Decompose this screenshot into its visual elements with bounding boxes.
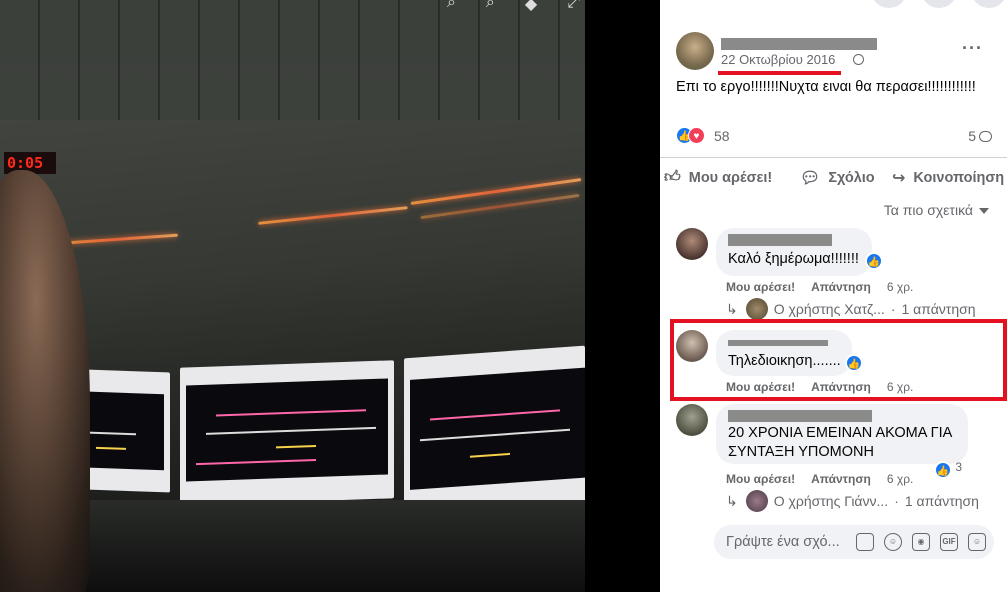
comment-item: 20 ΧΡΟΝΙΑ ΕΜΕΙΝΑΝ ΑΚΟΜΑ ΓΙΑ ΣΥΝΤΑΞΗ ΥΠΟΜ… (676, 404, 996, 516)
post-actions: 👍︎ Μου αρέσει! 💬︎ Σχόλιο ↪ Κοινοποίηση (660, 157, 1007, 195)
comment-text: Τηλεδιοικηση....... (728, 353, 841, 369)
comment-sort-dropdown[interactable]: Τα πιο σχετικά (884, 202, 989, 218)
like-button[interactable]: 👍︎ Μου αρέσει! (664, 168, 772, 187)
messenger-button[interactable] (871, 0, 907, 8)
photo-ceiling (0, 0, 585, 120)
comment-like-icon: 👍 (865, 252, 883, 270)
photo-image: 0:05 (0, 0, 585, 592)
comment-bubble: Καλό ξημέρωμα!!!!!!! (716, 228, 872, 276)
photo-monitor (180, 360, 394, 506)
reply-arrow-icon: ↳ (726, 492, 738, 509)
camera-icon[interactable]: ◉ (912, 533, 930, 551)
globe-icon (853, 54, 864, 65)
comment-reply-link[interactable]: Απάντηση (811, 280, 871, 294)
commenter-avatar[interactable] (676, 228, 708, 260)
tag-icon[interactable]: ◆ (525, 0, 537, 14)
comment-time[interactable]: 6 χρ. (887, 472, 913, 486)
comment-bubble: Τηλεδιοικηση....... (716, 330, 852, 376)
sticker-icon[interactable]: ☺ (968, 533, 986, 551)
author-name-redacted (721, 38, 877, 50)
post-date[interactable]: 22 Οκτωβρίου 2016 (721, 52, 835, 67)
post-text: Επι το εργο!!!!!!!Νυχτα ειναι θα περασει… (676, 79, 976, 95)
share-icon: ↪ (892, 170, 906, 187)
zoom-out-icon[interactable]: ⌕ (486, 0, 495, 14)
comment-like-count[interactable]: 👍 3 (934, 460, 962, 479)
comment-item: Τηλεδιοικηση....... 👍 Μου αρέσει! Απάντη… (676, 330, 996, 396)
notifications-button[interactable] (921, 0, 957, 8)
love-reaction-icon: ♥ (688, 127, 705, 144)
author-avatar[interactable] (676, 32, 714, 70)
avatar-sticker-icon[interactable] (856, 533, 874, 551)
date-annotation-underline (718, 71, 841, 75)
comment-item: Καλό ξημέρωμα!!!!!!! 👍 Μου αρέσει! Απάντ… (676, 228, 996, 320)
reply-avatar (745, 490, 768, 512)
fullscreen-icon[interactable]: ⤢ (567, 0, 580, 14)
comment-like-link[interactable]: Μου αρέσει! (726, 472, 795, 486)
commenter-name-redacted (728, 340, 828, 346)
share-button[interactable]: ↪ Κοινοποίηση (892, 168, 1004, 188)
comment-like-link[interactable]: Μου αρέσει! (726, 280, 795, 294)
comment-button[interactable]: 💬︎ Σχόλιο (800, 168, 875, 188)
comment-text-line: 20 ΧΡΟΝΙΑ ΕΜΕΙΝΑΝ ΑΚΟΜΑ ΓΙΑ (728, 425, 953, 441)
view-replies[interactable]: ↳ Ο χρήστης Χατζ... · 1 απάντηση (726, 298, 976, 320)
comment-time[interactable]: 6 χρ. (887, 280, 913, 294)
thumbs-up-icon: 👍︎ (664, 169, 681, 186)
comment-like-icon: 👍 (845, 354, 863, 372)
comment-like-icon: 👍 (934, 461, 952, 479)
more-options-icon[interactable]: ··· (962, 38, 983, 59)
comment-bubble-icon (979, 131, 992, 142)
zoom-in-icon[interactable]: ⌕ (447, 0, 456, 14)
comment-text-line: ΣΥΝΤΑΞΗ ΥΠΟΜΟΝΗ (728, 444, 874, 460)
gif-icon[interactable]: GIF (940, 533, 958, 551)
reply-avatar (745, 298, 768, 320)
photo-viewer: 0:05 ⌕ ⌕ ◆ ⤢ (0, 0, 660, 592)
comment-bubble: 20 ΧΡΟΝΙΑ ΕΜΕΙΝΑΝ ΑΚΟΜΑ ΓΙΑ ΣΥΝΤΑΞΗ ΥΠΟΜ… (716, 404, 968, 464)
post-panel: 22 Οκτωβρίου 2016 ··· Επι το εργο!!!!!!!… (660, 0, 1007, 592)
comment-text: Καλό ξημέρωμα!!!!!!! (728, 251, 859, 267)
emoji-icon[interactable]: ☺ (884, 533, 902, 551)
post-header: 22 Οκτωβρίου 2016 (676, 30, 996, 72)
view-replies[interactable]: ↳ Ο χρήστης Γιάνν... · 1 απάντηση (726, 490, 979, 512)
reaction-count: 58 (714, 128, 730, 144)
reply-arrow-icon: ↳ (726, 300, 738, 317)
commenter-name-redacted (728, 410, 872, 422)
commenter-name-redacted (728, 234, 832, 246)
comment-count[interactable]: 5 (968, 128, 992, 144)
commenter-avatar[interactable] (676, 330, 708, 362)
photo-monitor (404, 345, 585, 517)
commenter-avatar[interactable] (676, 404, 708, 436)
comment-reply-link[interactable]: Απάντηση (811, 380, 871, 394)
comment-time[interactable]: 6 χρ. (887, 380, 913, 394)
reaction-summary[interactable]: 👍 ♥ 58 5 (676, 126, 996, 146)
comment-icon: 💬︎ (800, 170, 821, 187)
comment-composer[interactable]: Γράψτε ένα σχό... ☺ ◉ GIF ☺ (714, 525, 994, 559)
caret-down-icon (979, 208, 989, 214)
comment-reply-link[interactable]: Απάντηση (811, 472, 871, 486)
account-button[interactable] (971, 0, 1007, 8)
comment-like-link[interactable]: Μου αρέσει! (726, 380, 795, 394)
comment-input-placeholder[interactable]: Γράψτε ένα σχό... (726, 534, 840, 550)
